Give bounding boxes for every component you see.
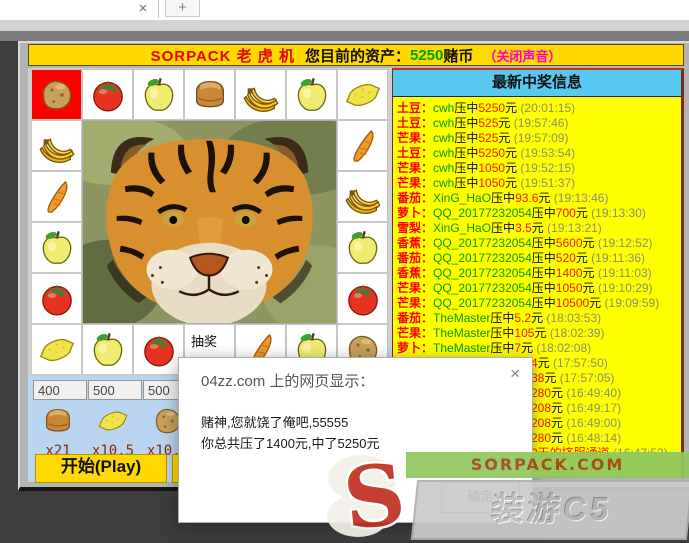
potato-icon[interactable] <box>31 69 82 120</box>
winning-line: 芒果：QQ_20177232054压中10500元 (19:09:59) <box>397 296 681 311</box>
winning-info-title: 最新中奖信息 <box>393 70 681 97</box>
carrot-icon[interactable] <box>31 171 82 222</box>
watermark-logo-plate: 装游C5 <box>411 480 689 540</box>
svg-text:S: S <box>339 448 410 543</box>
carrot-icon[interactable] <box>337 120 388 171</box>
banana-icon[interactable] <box>235 69 286 120</box>
window-top-edge <box>0 31 689 41</box>
winning-line: 土豆：cwh压中525元 (19:57:46) <box>397 116 681 131</box>
tomato-icon[interactable] <box>337 273 388 324</box>
dialog-close-icon[interactable]: × <box>510 364 520 384</box>
banana-icon[interactable] <box>337 171 388 222</box>
dialog-title: 04zz.com 上的网页显示： <box>201 370 374 391</box>
winning-line: 番茄：TheMaster压中5.2元 (18:03:53) <box>397 311 681 326</box>
winning-line: 芒果：TheMaster压中105元 (18:02:39) <box>397 326 681 341</box>
watermark-s-logo: S <box>318 448 428 543</box>
toolbar-band <box>0 20 689 31</box>
winning-line: 萝卜：QQ_20177232054压中700元 (19:13:30) <box>397 206 681 221</box>
tiger-photo <box>82 120 337 324</box>
app-root: × + SORPACK 老 虎 机 您目前的资产： 5250 赌币 （关闭声音）… <box>0 0 689 543</box>
banana-icon[interactable] <box>31 120 82 171</box>
bread-icon[interactable] <box>184 69 235 120</box>
winning-line: 芒果：cwh压中525元 (19:57:09) <box>397 131 681 146</box>
tab-separator <box>158 0 159 18</box>
assets-label: 您目前的资产： <box>305 45 410 66</box>
assets-unit: 赌币 <box>443 45 473 66</box>
lemon-icon[interactable] <box>31 324 82 375</box>
winning-line: 芒果：cwh压中1050元 (19:52:15) <box>397 161 681 176</box>
winning-line: 土豆：cwh压中5250元 (19:53:54) <box>397 146 681 161</box>
winning-line: 香蕉：QQ_20177232054压中5600元 (19:12:52) <box>397 236 681 251</box>
bet-input-2[interactable] <box>88 380 142 400</box>
apple-icon[interactable] <box>31 222 82 273</box>
tomato-icon[interactable] <box>82 69 133 120</box>
new-tab-button[interactable]: + <box>165 0 200 17</box>
winning-line: 芒果：cwh压中1050元 (19:51:37) <box>397 176 681 191</box>
tomato-icon[interactable] <box>31 273 82 324</box>
apple-icon[interactable] <box>82 324 133 375</box>
lemon-icon[interactable] <box>337 69 388 120</box>
game-title-bar: SORPACK 老 虎 机 您目前的资产： 5250 赌币 （关闭声音） <box>28 44 684 66</box>
winning-line: 香蕉：QQ_20177232054压中1400元 (19:11:03) <box>397 266 681 281</box>
winning-line: 番茄：QQ_20177232054压中520元 (19:11:36) <box>397 251 681 266</box>
watermark-logo-text: 装游C5 <box>490 491 615 527</box>
apple-icon[interactable] <box>286 69 337 120</box>
bet-input-1[interactable] <box>33 380 87 400</box>
multiplier-lemon: x10.5 <box>88 404 138 459</box>
winning-line: 雪梨：XinG_HaO压中3.5元 (19:13:21) <box>397 221 681 236</box>
tomato-icon[interactable] <box>133 324 184 375</box>
browser-tab-strip: × + <box>0 0 689 20</box>
slot-grid: 抽奖 <box>31 69 388 375</box>
dialog-line-1: 赌神,您就饶了俺吧,55555 <box>201 412 379 433</box>
apple-icon[interactable] <box>337 222 388 273</box>
tab-close-icon[interactable]: × <box>133 0 153 18</box>
assets-value: 5250 <box>410 47 443 64</box>
winning-line: 萝卜：TheMaster压中7元 (18:02:08) <box>397 341 681 356</box>
brand-title: SORPACK 老 虎 机 <box>151 45 295 66</box>
play-button[interactable]: 开始(Play) <box>35 454 167 483</box>
winning-line: 番茄：XinG_HaO压中93.6元 (19:13:46) <box>397 191 681 206</box>
apple-icon[interactable] <box>133 69 184 120</box>
winning-line: 土豆：cwh压中5250元 (20:01:15) <box>397 101 681 116</box>
winning-line: 芒果：QQ_20177232054压中1050元 (19:10:29) <box>397 281 681 296</box>
mute-sound-link[interactable]: （关闭声音） <box>483 46 561 65</box>
multiplier-bread: x21 <box>33 404 83 459</box>
watermark-site-text: SORPACK.COM <box>406 452 689 478</box>
watermark: SORPACK.COM 装游C5 S <box>318 444 689 543</box>
